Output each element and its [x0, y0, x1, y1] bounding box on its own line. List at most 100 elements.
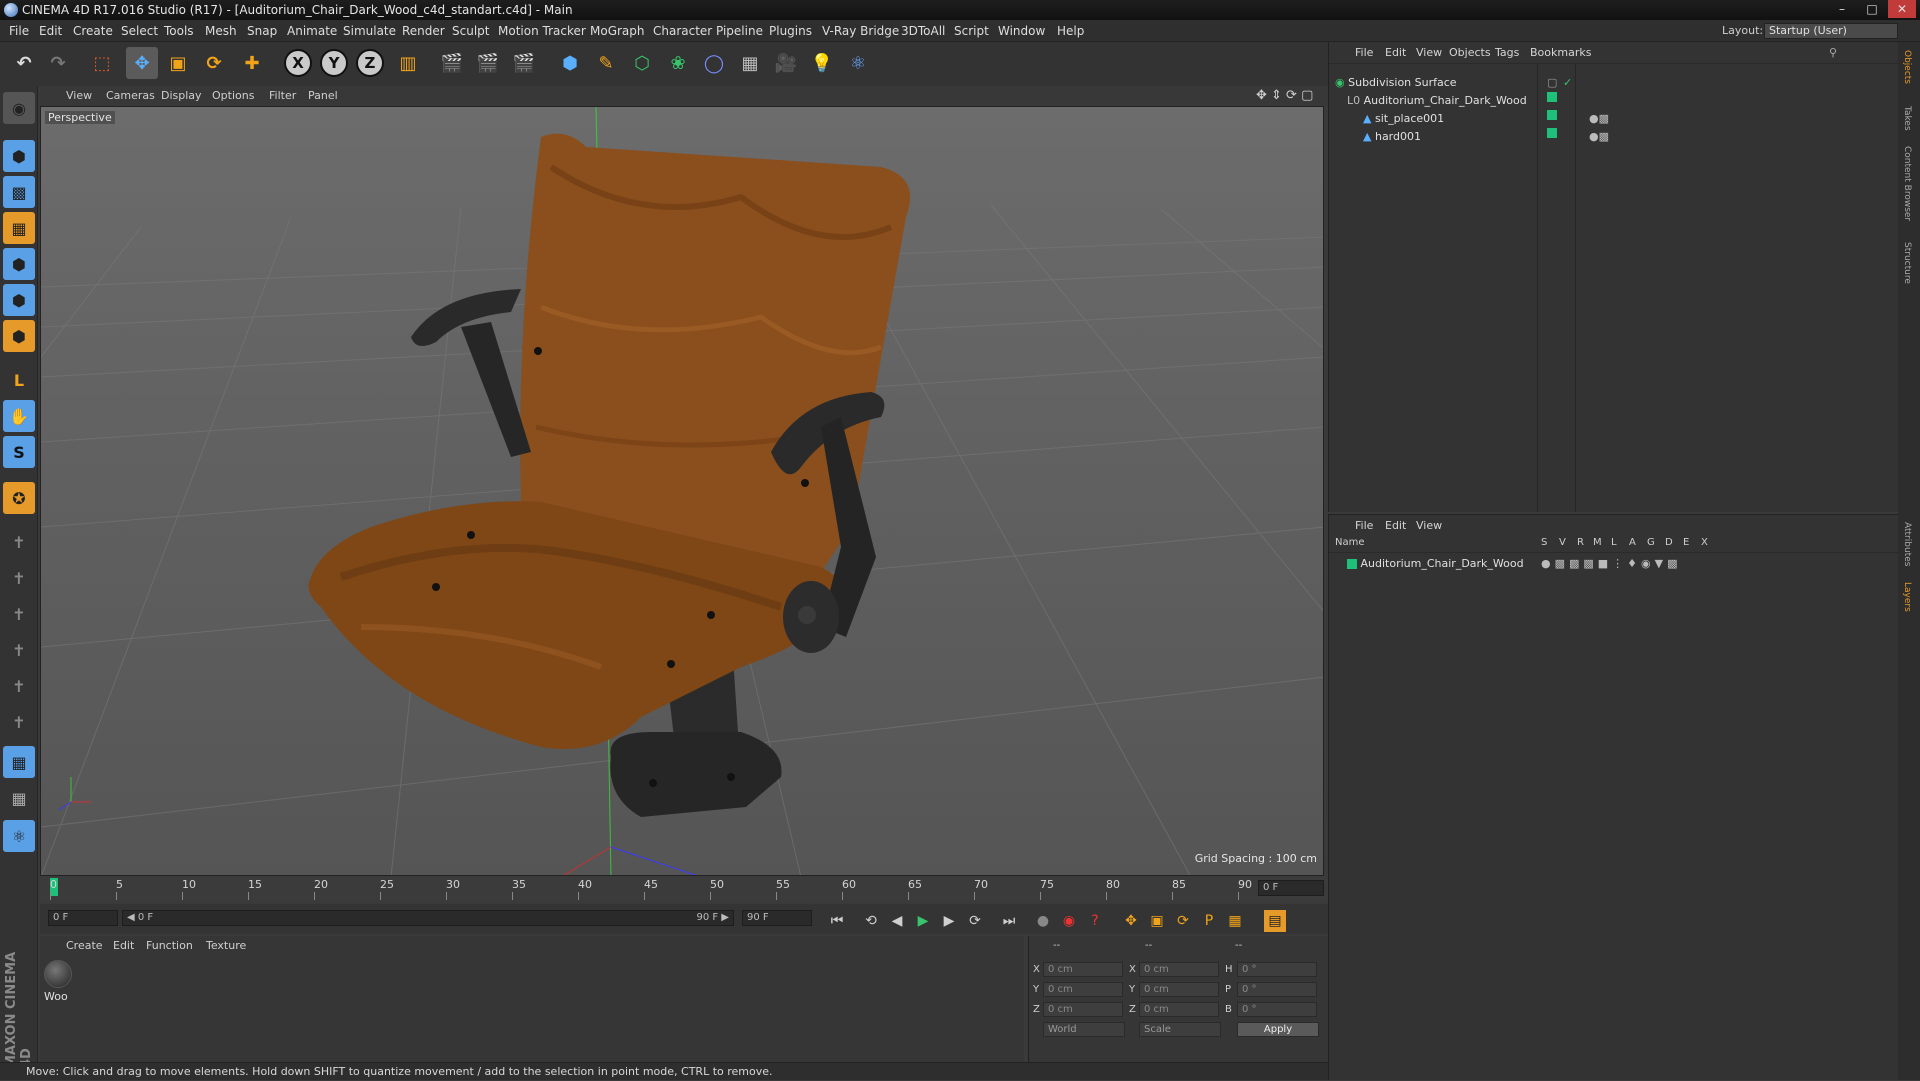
menu-tools[interactable]: Tools [164, 20, 194, 42]
material-tag-icon[interactable]: ●▩ [1589, 110, 1609, 128]
python-icon[interactable]: ⚛ [842, 47, 874, 79]
layer-color-swatch[interactable] [1547, 110, 1557, 120]
menu-sculpt[interactable]: Sculpt [452, 20, 489, 42]
menu-mesh[interactable]: Mesh [205, 20, 237, 42]
object-name[interactable]: hard001 [1375, 130, 1421, 143]
close-button[interactable]: ✕ [1888, 0, 1916, 18]
menu-vray-bridge[interactable]: V-Ray Bridge [822, 20, 899, 42]
menu-3dtoall[interactable]: 3DToAll [901, 20, 945, 42]
viewport-menu-panel[interactable]: Panel [308, 86, 338, 106]
column-render[interactable]: R [1577, 537, 1584, 548]
menu-help[interactable]: Help [1057, 20, 1084, 42]
material-thumbnail[interactable] [44, 960, 72, 988]
mograph-cloner-icon[interactable]: ❀ [662, 47, 694, 79]
tab-layers[interactable]: Layers [1902, 582, 1912, 612]
layer-color-swatch[interactable] [1347, 559, 1357, 569]
size-x-field[interactable]: 0 cm [1139, 962, 1219, 977]
viewport-menu-view[interactable]: View [66, 86, 92, 106]
end-frame-field[interactable]: 90 F [742, 910, 812, 926]
keyframe-selection-icon[interactable]: ? [1084, 910, 1106, 932]
viewport-menu-options[interactable]: Options [212, 86, 254, 106]
tab-structure[interactable]: Structure [1902, 242, 1912, 284]
render-view-icon[interactable]: 🎬 [436, 47, 468, 79]
menu-mograph[interactable]: MoGraph [590, 20, 645, 42]
om-menu-file[interactable]: File [1355, 42, 1373, 64]
x-axis-lock-icon[interactable]: X [284, 49, 312, 77]
layer-color-swatch[interactable] [1547, 92, 1557, 102]
column-solo[interactable]: S [1541, 537, 1547, 548]
cube-icon[interactable]: ⬢ [554, 47, 586, 79]
menu-animate[interactable]: Animate [287, 20, 337, 42]
sculpt-brush-4-icon[interactable]: ✝ [3, 634, 35, 666]
world-dropdown[interactable]: World [1043, 1022, 1125, 1037]
position-z-field[interactable]: 0 cm [1043, 1002, 1123, 1017]
tab-objects[interactable]: Objects [1902, 50, 1912, 84]
python-script-icon[interactable]: ⚛ [3, 820, 35, 852]
points-mode-icon[interactable]: ⬢ [3, 248, 35, 280]
key-pla-icon[interactable]: ▦ [1224, 910, 1246, 932]
key-parameter-icon[interactable]: P [1198, 910, 1220, 932]
key-rotation-icon[interactable]: ⟳ [1172, 910, 1194, 932]
start-frame-field[interactable]: 0 F [48, 910, 118, 926]
floor-icon[interactable]: ▦ [734, 47, 766, 79]
menu-motion-tracker[interactable]: Motion Tracker [498, 20, 586, 42]
menu-window[interactable]: Window [998, 20, 1045, 42]
workplane-mode-icon[interactable]: ▦ [3, 212, 35, 244]
scale-dropdown[interactable]: Scale [1139, 1022, 1221, 1037]
y-axis-lock-icon[interactable]: Y [320, 49, 348, 77]
camera-label[interactable]: Perspective [45, 111, 115, 124]
size-z-field[interactable]: 0 cm [1139, 1002, 1219, 1017]
om-menu-view[interactable]: View [1416, 42, 1442, 64]
layer-toggle-icons[interactable]: ●▩▩▩■⋮♦◉▼▩ [1541, 555, 1681, 573]
rotation-b-field[interactable]: 0 ° [1237, 1002, 1317, 1017]
sculpt-brush-5-icon[interactable]: ✝ [3, 670, 35, 702]
layer-color-swatch[interactable] [1547, 128, 1557, 138]
rotation-h-field[interactable]: 0 ° [1237, 962, 1317, 977]
column-visible[interactable]: V [1559, 537, 1566, 548]
add-object-icon[interactable]: ✚ [236, 47, 268, 79]
texture-brush-icon[interactable]: ▦ [3, 782, 35, 814]
menu-character[interactable]: Character [653, 20, 712, 42]
camera-icon[interactable]: 🎥 [770, 47, 802, 79]
menu-create[interactable]: Create [73, 20, 113, 42]
object-name[interactable]: sit_place001 [1375, 112, 1444, 125]
deformer-icon[interactable]: ◯ [698, 47, 730, 79]
object-row-subdivision[interactable]: ◉ Subdivision Surface ▢ ✓ [1335, 74, 1572, 92]
material-menu-edit[interactable]: Edit [113, 936, 134, 956]
current-frame-field[interactable]: 0 F [1258, 880, 1324, 896]
rotation-p-field[interactable]: 0 ° [1237, 982, 1317, 997]
redo-icon[interactable]: ↷ [42, 47, 74, 79]
layers-menu-edit[interactable]: Edit [1385, 515, 1406, 537]
render-picture-viewer-icon[interactable]: 🎬 [472, 47, 504, 79]
spline-pen-icon[interactable]: ✎ [590, 47, 622, 79]
timeline-ruler[interactable]: 0 5 10 15 20 25 30 35 40 45 50 55 60 65 70 75 80 85 90 0 F [40, 876, 1328, 902]
layers-menu-view[interactable]: View [1416, 515, 1442, 537]
go-to-start-icon[interactable]: ⏮ [826, 910, 848, 932]
minimize-button[interactable]: – [1828, 0, 1856, 18]
object-row-hard[interactable]: ▲ hard001 ●▩ [1363, 128, 1609, 146]
menu-file[interactable]: File [9, 20, 29, 42]
position-y-field[interactable]: 0 cm [1043, 982, 1123, 997]
play-icon[interactable]: ▶ [912, 910, 934, 932]
menu-pipeline[interactable]: Pipeline [716, 20, 763, 42]
size-y-field[interactable]: 0 cm [1139, 982, 1219, 997]
previous-frame-icon[interactable]: ◀ [886, 910, 908, 932]
om-menu-tags[interactable]: Tags [1495, 42, 1519, 64]
column-expressions[interactable]: E [1683, 537, 1689, 548]
viewport-menu-display[interactable]: Display [161, 86, 202, 106]
enabled-check-icon[interactable]: ✓ [1563, 74, 1572, 92]
object-row-chair[interactable]: L0 Auditorium_Chair_Dark_Wood [1347, 92, 1557, 110]
column-animation[interactable]: A [1629, 537, 1636, 548]
tab-content-browser[interactable]: Content Browser [1902, 146, 1912, 221]
column-manager[interactable]: M [1593, 537, 1602, 548]
column-xref[interactable]: X [1701, 537, 1708, 548]
om-search-icon[interactable]: ⚲ [1829, 42, 1837, 64]
magnet-icon[interactable]: ✪ [3, 482, 35, 514]
viewport-menu-cameras[interactable]: Cameras [106, 86, 155, 106]
sculpt-brush-3-icon[interactable]: ✝ [3, 598, 35, 630]
menu-simulate[interactable]: Simulate [343, 20, 396, 42]
go-to-end-icon[interactable]: ⏭ [998, 910, 1020, 932]
material-name[interactable]: Woo [44, 990, 68, 1003]
next-key-icon[interactable]: ⟳ [964, 910, 986, 932]
material-menu-texture[interactable]: Texture [206, 936, 246, 956]
